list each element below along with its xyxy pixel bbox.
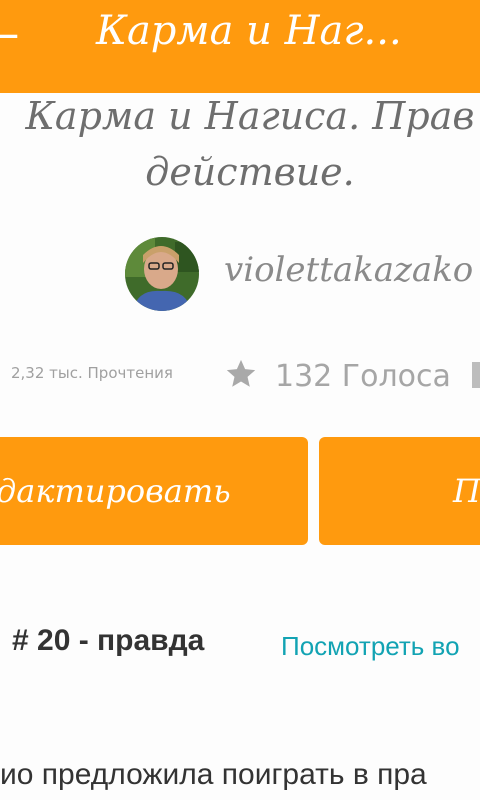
- story-title-line-2: действие.: [145, 150, 355, 194]
- story-title-line-1: Карма и Нагиса. Прав: [25, 94, 475, 138]
- edit-button-label: дактировать: [0, 472, 231, 510]
- arrow-left-icon[interactable]: ←: [0, 16, 20, 56]
- app-bar: ← Карма и Наг...: [0, 0, 480, 93]
- story-title: Карма и Нагиса. Прав действие.: [0, 88, 480, 200]
- votes-count: 132 Голоса: [275, 359, 451, 394]
- author-avatar[interactable]: [125, 237, 199, 311]
- app-bar-title: Карма и Наг...: [96, 8, 402, 54]
- chapter-label[interactable]: # 20 - правда: [12, 624, 204, 658]
- secondary-action-button[interactable]: Пр: [319, 437, 480, 545]
- story-excerpt: ио предложила поиграть в пра: [0, 758, 427, 791]
- see-all-link[interactable]: Посмотреть во: [281, 631, 460, 662]
- star-icon: [224, 357, 258, 395]
- author-name[interactable]: violettakazako: [224, 250, 473, 290]
- parts-icon: [472, 362, 480, 388]
- reads-count: 2,32 тыс. Прочтения: [11, 364, 173, 382]
- edit-button[interactable]: дактировать: [0, 437, 308, 545]
- secondary-action-label: Пр: [453, 472, 480, 510]
